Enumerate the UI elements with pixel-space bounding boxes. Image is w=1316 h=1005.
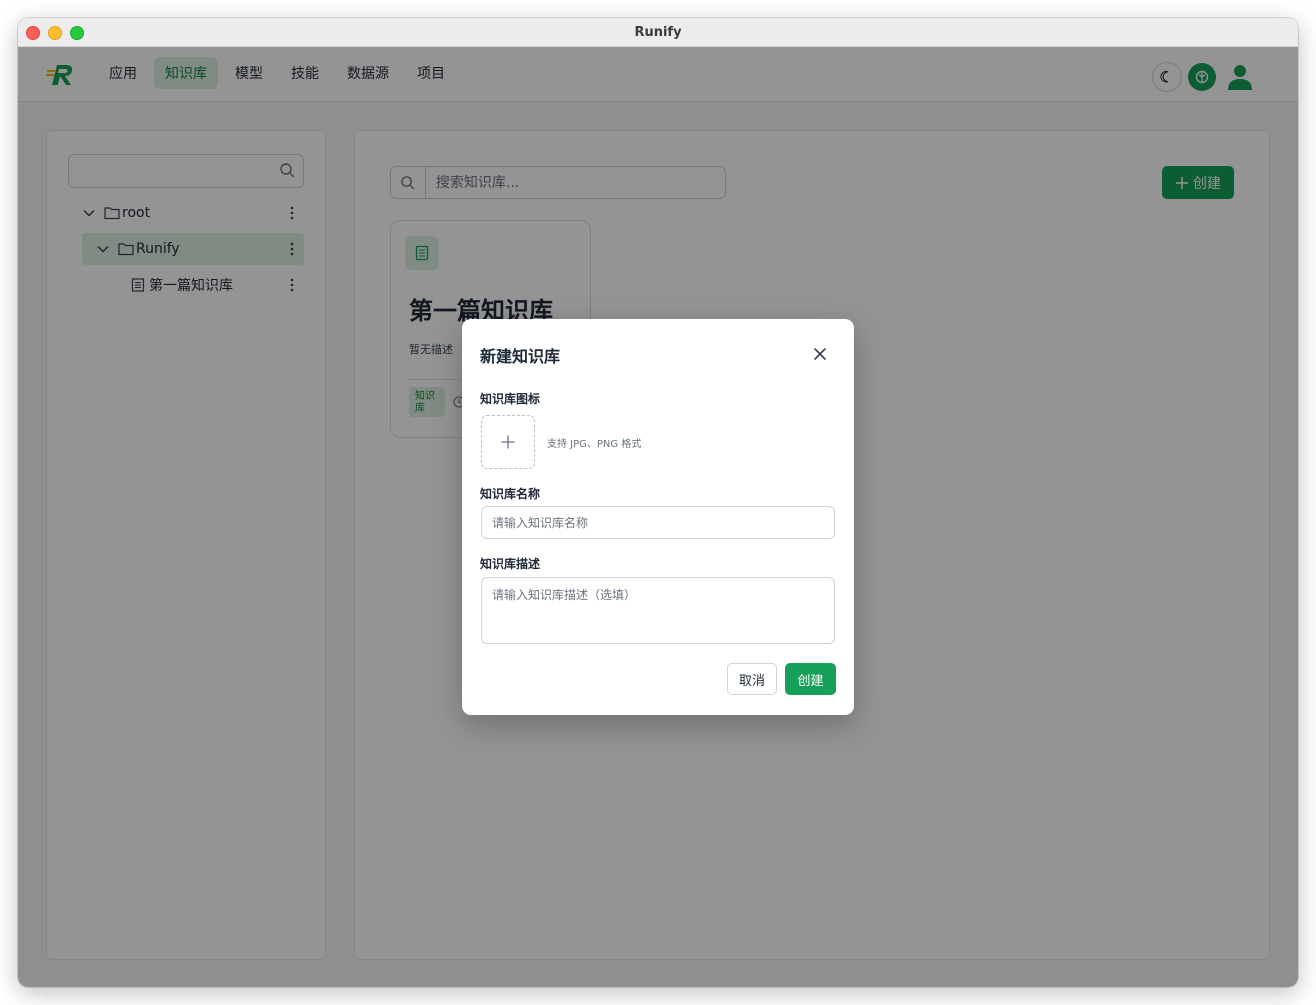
upload-hint: 支持 JPG、PNG 格式 xyxy=(547,439,642,450)
kb-desc-textarea[interactable] xyxy=(481,577,835,644)
window-title: Runify xyxy=(634,24,682,40)
minimize-window-button[interactable] xyxy=(48,26,62,40)
kb-icon-upload[interactable] xyxy=(481,415,535,469)
kb-name-input[interactable] xyxy=(481,506,835,539)
window-controls xyxy=(26,26,84,40)
confirm-create-button[interactable]: 创建 xyxy=(785,663,836,695)
new-kb-dialog: 新建知识库 知识库图标 支持 JPG、PNG 格式 知识库名称 知识库描述 取消… xyxy=(462,319,854,715)
title-bar: Runify xyxy=(18,18,1298,47)
dialog-title: 新建知识库 xyxy=(480,347,561,366)
plus-icon xyxy=(501,435,515,449)
maximize-window-button[interactable] xyxy=(70,26,84,40)
close-icon[interactable] xyxy=(812,346,828,362)
kb-desc-label: 知识库描述 xyxy=(480,557,541,571)
cancel-button[interactable]: 取消 xyxy=(727,663,777,695)
close-window-button[interactable] xyxy=(26,26,40,40)
kb-name-label: 知识库名称 xyxy=(480,487,541,501)
app-window: Runify 应用 知识库 模型 技能 数据源 项目 root Runify 第… xyxy=(18,18,1298,987)
kb-icon-label: 知识库图标 xyxy=(480,392,541,406)
